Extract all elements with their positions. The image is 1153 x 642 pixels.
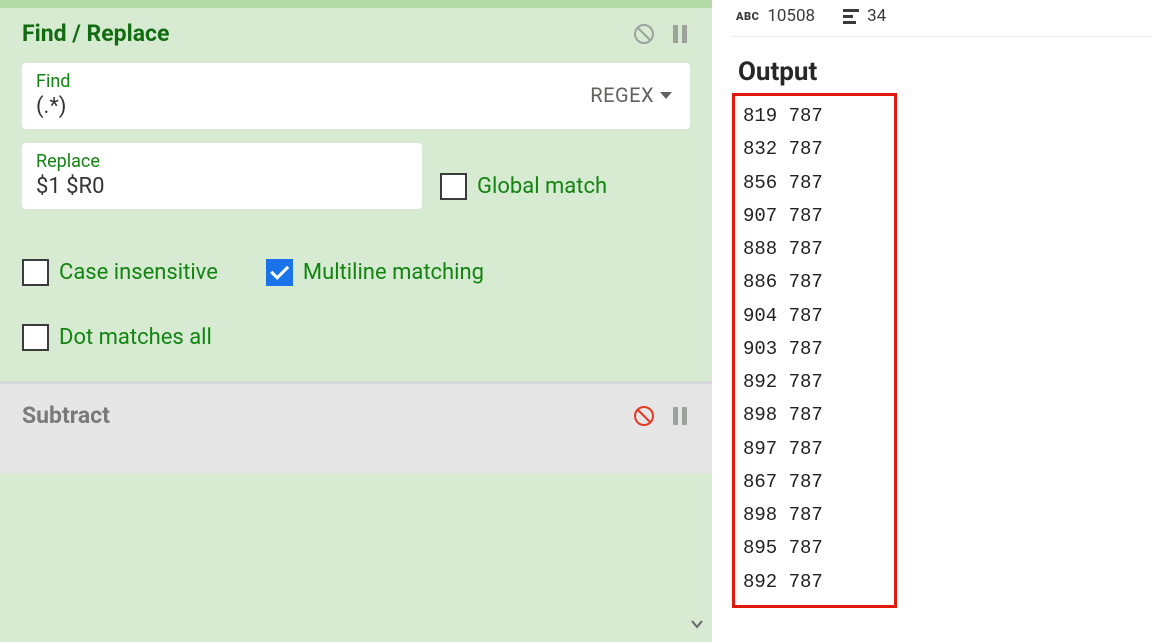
checkbox-row: Case insensitive Multiline matching	[22, 259, 690, 286]
line-count-stat: 34	[843, 6, 886, 26]
output-line: 867 787	[743, 466, 886, 499]
op-header: Subtract	[22, 402, 690, 429]
scroll-down-icon[interactable]	[686, 614, 708, 634]
pause-icon[interactable]	[670, 24, 690, 44]
replace-input[interactable]	[36, 174, 408, 199]
op-title: Find / Replace	[22, 20, 169, 47]
output-line: 892 787	[743, 566, 886, 599]
dot-matches-checkbox[interactable]: Dot matches all	[22, 324, 690, 351]
case-insensitive-label: Case insensitive	[59, 260, 218, 285]
regex-label: REGEX	[590, 83, 654, 107]
op-actions	[632, 404, 690, 428]
replace-field[interactable]: Replace	[22, 143, 422, 209]
find-label: Find	[36, 71, 590, 92]
replace-row: Replace Global match	[22, 143, 690, 223]
op-header: Find / Replace	[22, 20, 690, 47]
find-replace-operation: Find / Replace Find	[0, 0, 712, 381]
replace-label: Replace	[36, 151, 408, 172]
checkbox-box[interactable]	[22, 324, 49, 351]
output-line: 886 787	[743, 266, 886, 299]
output-line: 907 787	[743, 200, 886, 233]
output-line: 898 787	[743, 399, 886, 432]
output-title: Output	[738, 57, 1153, 87]
multiline-checkbox[interactable]: Multiline matching	[266, 259, 484, 286]
output-line: 895 787	[743, 532, 886, 565]
op-actions	[632, 22, 690, 46]
regex-dropdown[interactable]: REGEX	[590, 83, 676, 107]
line-count: 34	[867, 6, 886, 26]
output-line: 856 787	[743, 167, 886, 200]
output-line: 898 787	[743, 499, 886, 532]
multiline-label: Multiline matching	[303, 260, 484, 285]
global-match-checkbox[interactable]: Global match	[440, 173, 607, 200]
char-count: 10508	[767, 6, 815, 26]
checkbox-box[interactable]	[440, 173, 467, 200]
output-line: 819 787	[743, 100, 886, 133]
op-title: Subtract	[22, 402, 110, 429]
dot-matches-label: Dot matches all	[59, 325, 212, 350]
output-line: 897 787	[743, 433, 886, 466]
subtract-operation: Subtract	[0, 381, 712, 473]
operations-panel: Find / Replace Find	[0, 0, 712, 642]
output-line: 903 787	[743, 333, 886, 366]
output-box: 819 787 832 787 856 787 907 787 888 787 …	[732, 93, 897, 608]
app-root: Find / Replace Find	[0, 0, 1153, 642]
disable-icon[interactable]	[632, 404, 656, 428]
find-input[interactable]	[36, 94, 590, 119]
output-panel: ABC 10508 34 Output 819 787 832 787 856 …	[712, 0, 1153, 642]
lines-icon	[843, 9, 859, 24]
output-line: 888 787	[743, 233, 886, 266]
output-line: 832 787	[743, 133, 886, 166]
output-line: 892 787	[743, 366, 886, 399]
pause-icon[interactable]	[670, 406, 690, 426]
checkbox-box-checked[interactable]	[266, 259, 293, 286]
case-insensitive-checkbox[interactable]: Case insensitive	[22, 259, 218, 286]
stats-bar: ABC 10508 34	[732, 0, 1153, 37]
global-match-label: Global match	[477, 174, 607, 199]
output-line: 904 787	[743, 300, 886, 333]
checkbox-box[interactable]	[22, 259, 49, 286]
abc-icon: ABC	[736, 10, 759, 23]
find-field[interactable]: Find REGEX	[22, 63, 690, 129]
disable-icon[interactable]	[632, 22, 656, 46]
chevron-down-icon	[660, 92, 672, 99]
char-count-stat: ABC 10508	[736, 6, 815, 26]
